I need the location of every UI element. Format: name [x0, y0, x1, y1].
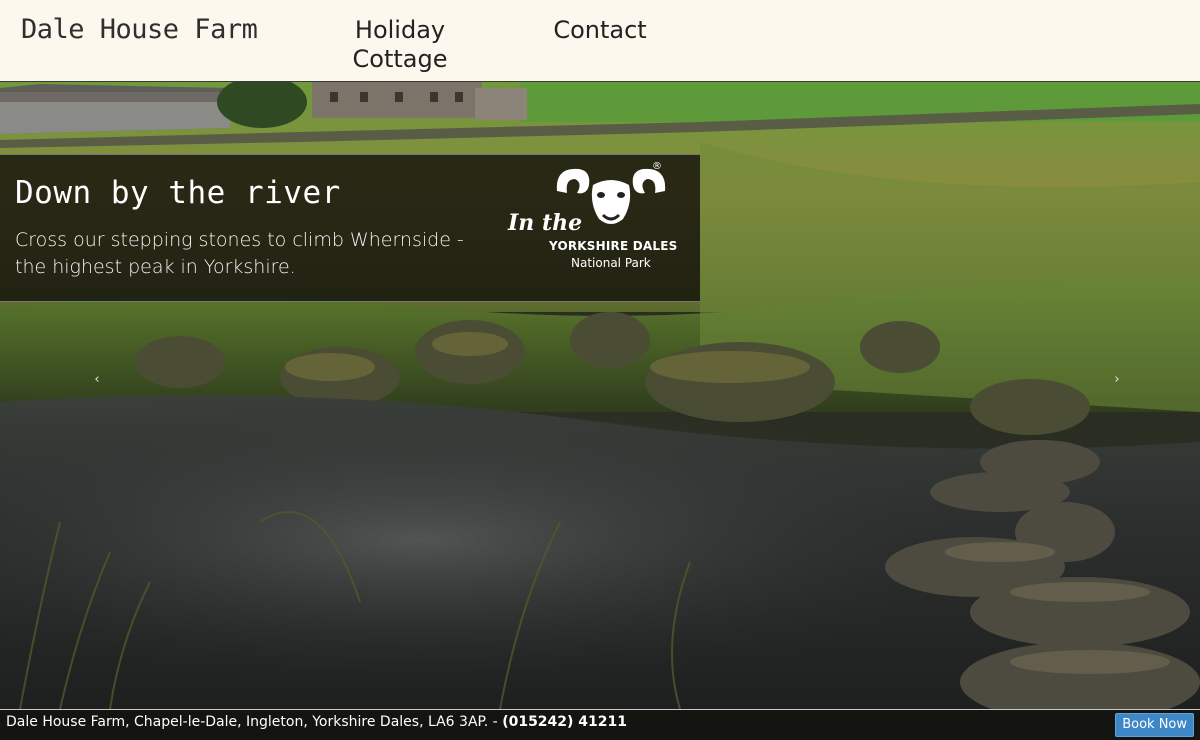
- yorkshire-dales-logo: ® In the YORKSHIRE DALES National Park: [505, 161, 685, 283]
- chevron-left-icon: ‹: [94, 372, 100, 387]
- nav-holiday-cottage-line2: Cottage: [352, 45, 448, 73]
- slide-description: Cross our stepping stones to climb Whern…: [15, 229, 464, 278]
- nav-contact[interactable]: Contact: [540, 16, 660, 45]
- footer-phone[interactable]: (015242) 41211: [502, 714, 627, 730]
- nav-holiday-cottage[interactable]: Holiday Cottage: [330, 16, 470, 74]
- logo-in-the: In the: [508, 210, 583, 236]
- nav-contact-label: Contact: [553, 16, 647, 44]
- registered-mark: ®: [652, 161, 662, 172]
- site-footer: Dale House Farm, Chapel-le-Dale, Ingleto…: [0, 709, 1200, 740]
- footer-contact-info: Dale House Farm, Chapel-le-Dale, Ingleto…: [6, 714, 627, 730]
- slide-title: Down by the river: [15, 175, 341, 211]
- slider-next-button[interactable]: ›: [1110, 372, 1124, 388]
- logo-yorkshire-dales: YORKSHIRE DALES: [549, 239, 678, 253]
- site-title[interactable]: Dale House Farm: [21, 14, 258, 45]
- nav-holiday-cottage-line1: Holiday: [354, 16, 446, 44]
- chevron-right-icon: ›: [1114, 372, 1120, 387]
- slide-caption: Down by the river Cross our stepping sto…: [0, 154, 700, 302]
- book-now-button[interactable]: Book Now: [1115, 713, 1194, 737]
- footer-address: Dale House Farm, Chapel-le-Dale, Ingleto…: [6, 714, 503, 730]
- slider-prev-button[interactable]: ‹: [90, 372, 104, 388]
- site-header: Dale House Farm Holiday Cottage Contact: [0, 0, 1200, 82]
- logo-national-park: National Park: [571, 256, 651, 270]
